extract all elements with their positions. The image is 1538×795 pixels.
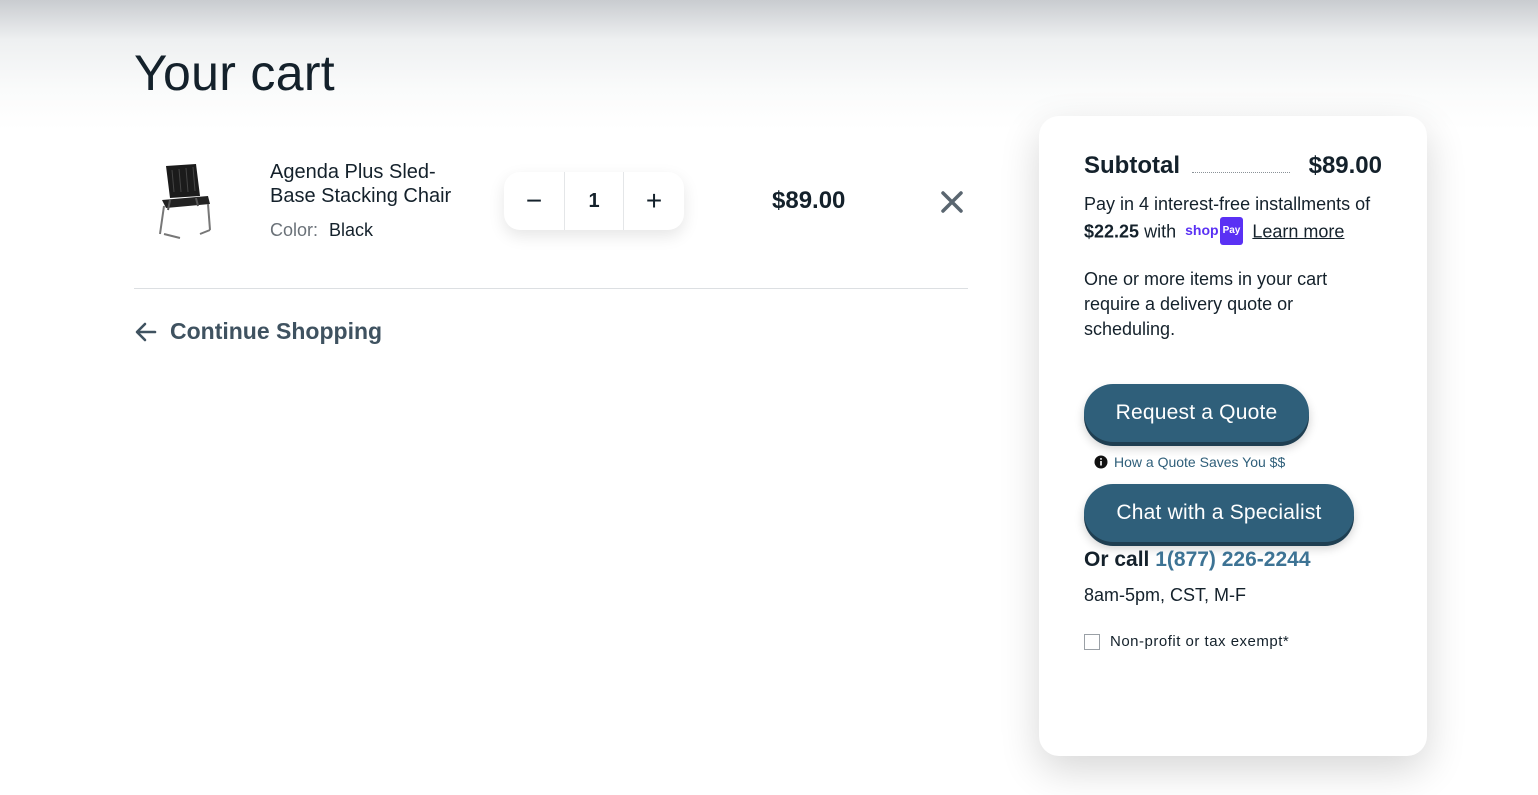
item-name[interactable]: Agenda Plus Sled-Base Stacking Chair <box>270 160 480 208</box>
divider <box>134 288 968 289</box>
phone-link[interactable]: 1(877) 226-2244 <box>1155 548 1310 571</box>
business-hours: 8am-5pm, CST, M-F <box>1084 585 1247 605</box>
quantity-value[interactable]: 1 <box>564 172 624 230</box>
variant-value: Black <box>329 220 374 240</box>
subtotal-label: Subtotal <box>1084 152 1180 179</box>
subtotal-leader <box>1192 172 1290 173</box>
continue-shopping-link[interactable]: Continue Shopping <box>134 318 382 345</box>
subtotal-row: Subtotal $89.00 <box>1084 152 1382 182</box>
request-quote-button[interactable]: Request a Quote <box>1084 384 1309 442</box>
chat-specialist-button[interactable]: Chat with a Specialist <box>1084 484 1354 542</box>
call-line: Or call 1(877) 226-2244 <box>1084 548 1311 572</box>
installments-text: Pay in 4 interest-free installments of $… <box>1084 191 1394 248</box>
decrement-button[interactable]: − <box>504 172 564 230</box>
chair-thumbnail[interactable] <box>152 162 218 242</box>
page-title: Your cart <box>134 45 335 101</box>
installment-amount: $22.25 <box>1084 221 1140 242</box>
item-price: $89.00 <box>772 187 846 214</box>
subtotal-value: $89.00 <box>1308 152 1382 179</box>
shoppay-pay: Pay <box>1219 217 1244 246</box>
continue-shopping-label: Continue Shopping <box>170 318 383 344</box>
arrow-left-icon <box>135 322 157 341</box>
learn-more-link[interactable]: Learn more <box>1252 221 1344 241</box>
cart-item: Agenda Plus Sled-Base Stacking Chair Col… <box>134 150 968 250</box>
tax-exempt-option: Non-profit or tax exempt* <box>1084 633 1289 650</box>
order-summary: Subtotal $89.00 Pay in 4 interest-free i… <box>1039 116 1427 756</box>
tax-exempt-checkbox[interactable] <box>1084 633 1100 650</box>
shoppay-brand: shop <box>1185 222 1219 238</box>
increment-button[interactable]: + <box>624 172 684 230</box>
quantity-stepper: − 1 + <box>504 172 684 230</box>
delivery-note: One or more items in your cart require a… <box>1084 269 1328 339</box>
tax-exempt-label[interactable]: Non-profit or tax exempt* <box>1110 633 1289 650</box>
item-variant: Color: Black <box>270 220 373 241</box>
call-prefix: Or call <box>1084 548 1150 571</box>
quote-info-label: How a Quote Saves You $$ <box>1114 454 1286 470</box>
shoppay-logo: shop Pay <box>1185 217 1244 246</box>
info-icon <box>1094 455 1108 469</box>
close-icon[interactable] <box>938 188 966 216</box>
variant-label: Color: <box>270 220 319 240</box>
installments-prefix: Pay in 4 interest-free installments of <box>1084 194 1371 214</box>
installments-with: with <box>1144 221 1177 242</box>
quote-info-link[interactable]: How a Quote Saves You $$ <box>1094 454 1285 470</box>
